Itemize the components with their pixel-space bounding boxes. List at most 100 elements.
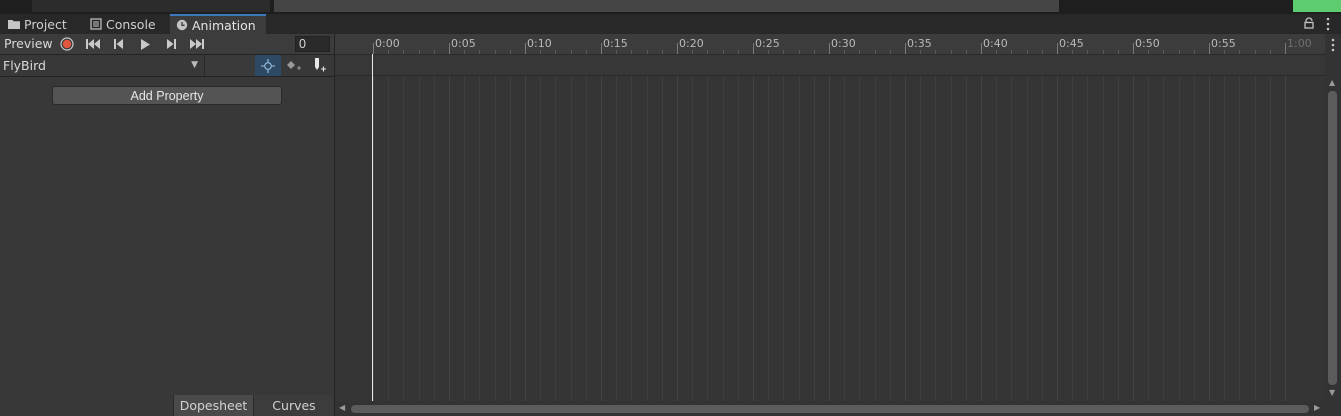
clip-dropdown[interactable]: FlyBird ▼ <box>0 55 205 76</box>
lock-icon[interactable] <box>1303 17 1315 29</box>
next-key-button[interactable] <box>158 34 184 54</box>
grid-line <box>844 76 846 401</box>
curves-tab[interactable]: Curves <box>253 395 334 416</box>
grid-line <box>1285 76 1286 401</box>
ruler-minor-tick <box>418 50 420 54</box>
grid-line <box>1239 76 1241 401</box>
green-block <box>1293 0 1341 12</box>
grid-line <box>388 76 390 401</box>
ruler-minor-tick <box>1117 50 1119 54</box>
kebab-menu-icon[interactable] <box>1325 17 1331 31</box>
frame-number-field[interactable] <box>295 36 330 52</box>
ripple-edit-button[interactable] <box>255 55 281 76</box>
clip-toolbar: FlyBird ▼ <box>0 55 334 77</box>
ruler-tick <box>449 43 450 54</box>
record-button[interactable] <box>54 34 80 54</box>
scroll-down-arrow-icon[interactable]: ▼ <box>1329 388 1335 397</box>
ruler-minor-tick <box>935 50 937 54</box>
ruler-minor-tick <box>1269 50 1271 54</box>
scroll-up-arrow-icon[interactable]: ▲ <box>1329 78 1335 87</box>
add-property-button[interactable]: Add Property <box>52 86 282 105</box>
playback-toolbar: Preview <box>0 34 334 55</box>
grid-line <box>783 76 785 401</box>
grid-line <box>768 76 770 401</box>
grid-line <box>1102 76 1104 401</box>
ruler-minor-tick <box>555 50 557 54</box>
ruler-tick <box>1057 43 1058 54</box>
ruler-minor-tick <box>1026 50 1028 54</box>
tab-console[interactable]: Console <box>84 14 166 34</box>
ruler-tick <box>829 43 830 54</box>
ruler-tick <box>677 43 678 54</box>
folder-icon <box>8 20 20 29</box>
vertical-scroll-thumb[interactable] <box>1328 91 1337 385</box>
grid-line <box>1133 76 1134 401</box>
ruler-minor-tick <box>707 50 709 54</box>
ruler-minor-tick <box>965 50 967 54</box>
ruler-minor-tick <box>570 50 572 54</box>
grid-line <box>737 76 739 401</box>
ruler-minor-tick <box>509 50 511 54</box>
ruler-tick <box>525 43 526 54</box>
ruler-label: 0:15 <box>603 37 628 50</box>
grid-line <box>1209 76 1210 401</box>
tab-project[interactable]: Project <box>2 14 76 34</box>
ruler-minor-tick <box>1011 50 1013 54</box>
scroll-right-arrow-icon[interactable]: ▶ <box>1314 403 1320 412</box>
ruler-minor-tick <box>388 50 390 54</box>
time-ruler[interactable]: 0:00 0:05 0:10 0:15 0:20 0:25 0:30 0:35 0:40 0:45… <box>335 34 1325 55</box>
grid-line <box>403 76 405 401</box>
grid-line <box>707 76 709 401</box>
ruler-tick <box>905 43 906 54</box>
grid-line <box>1087 76 1089 401</box>
add-event-button[interactable] <box>307 55 333 76</box>
add-event-icon <box>315 58 326 72</box>
grid-line <box>601 76 602 401</box>
ruler-minor-tick <box>1148 50 1150 54</box>
record-icon <box>60 37 74 51</box>
ruler-minor-tick <box>844 50 846 54</box>
tab-label: Animation <box>192 17 256 33</box>
preview-toggle[interactable]: Preview <box>0 34 54 54</box>
ruler-tick <box>601 43 602 54</box>
vertical-scrollbar[interactable]: ▲ ▼ <box>1325 34 1341 401</box>
ruler-label: 0:50 <box>1135 37 1160 50</box>
grid-line <box>874 76 876 401</box>
ruler-label: 0:25 <box>755 37 780 50</box>
prev-key-button[interactable] <box>106 34 132 54</box>
grid-line <box>1269 76 1271 401</box>
play-button[interactable] <box>132 34 158 54</box>
dopesheet-tab[interactable]: Dopesheet <box>173 395 253 416</box>
grid-line <box>1148 76 1150 401</box>
horizontal-scrollbar[interactable]: ◀ ▶ <box>335 401 1341 416</box>
dropdown-arrow-icon: ▼ <box>191 60 198 70</box>
ruler-label: 0:35 <box>907 37 932 50</box>
ruler-minor-tick <box>464 50 466 54</box>
grid-line <box>373 76 374 401</box>
grid-line <box>1178 76 1180 401</box>
add-keyframe-button[interactable] <box>281 55 307 76</box>
kebab-menu-icon[interactable] <box>1330 38 1336 52</box>
last-key-button[interactable] <box>184 34 210 54</box>
playhead-line[interactable] <box>372 54 373 401</box>
ruler-minor-tick <box>783 50 785 54</box>
ruler-minor-tick <box>433 50 435 54</box>
grid-line <box>1057 76 1058 401</box>
dopesheet-tracks[interactable] <box>335 76 1325 401</box>
tab-bar: Project Console Animation <box>0 14 1341 35</box>
event-row[interactable] <box>335 55 1325 76</box>
horizontal-scroll-thumb[interactable] <box>351 405 1309 413</box>
tab-animation[interactable]: Animation <box>170 14 266 34</box>
grid-line <box>464 76 466 401</box>
property-panel: Preview FlyBird ▼ <box>0 34 335 416</box>
scroll-left-arrow-icon[interactable]: ◀ <box>339 403 345 412</box>
grid-line <box>433 76 435 401</box>
ruler-minor-tick <box>616 50 618 54</box>
grid-line <box>813 76 815 401</box>
grid-line <box>646 76 648 401</box>
ruler-minor-tick <box>1254 50 1256 54</box>
first-key-icon <box>86 39 100 49</box>
grid-line <box>555 76 557 401</box>
ruler-minor-tick <box>1087 50 1089 54</box>
first-key-button[interactable] <box>80 34 106 54</box>
